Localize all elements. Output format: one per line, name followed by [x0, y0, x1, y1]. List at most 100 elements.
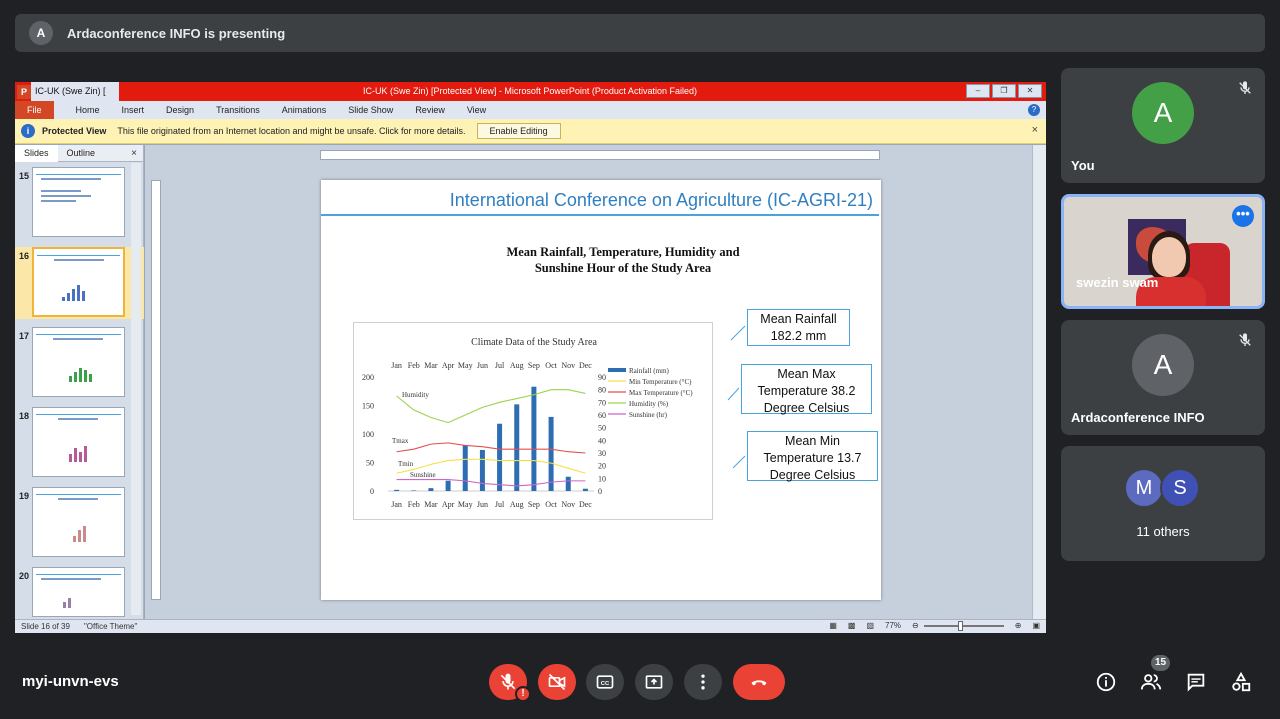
chat-button[interactable] — [1184, 670, 1208, 694]
horizontal-ruler — [320, 150, 880, 160]
shared-screen: P IC-UK (Swe Zin) [ IC-UK (Swe Zin) [Pro… — [15, 82, 1046, 633]
ribbon-tab-review[interactable]: Review — [415, 105, 445, 115]
x-tick-label: Jun — [477, 500, 488, 509]
hangup-icon — [751, 680, 767, 686]
ribbon-tab-design[interactable]: Design — [166, 105, 194, 115]
series-line — [396, 479, 586, 487]
ribbon-tab-insert[interactable]: Insert — [122, 105, 145, 115]
presenting-text: Ardaconference INFO is presenting — [67, 25, 286, 41]
normal-view-icon[interactable]: ▦ — [829, 621, 837, 630]
x-tick-label: Dec — [579, 500, 592, 509]
callout-line: Mean Max — [777, 367, 836, 381]
ribbon-tab-animations[interactable]: Animations — [282, 105, 327, 115]
y-tick-label-left: 100 — [362, 430, 374, 439]
mic-off-icon — [500, 673, 516, 690]
leave-call-button[interactable] — [733, 664, 785, 700]
ribbon-tab-view[interactable]: View — [467, 105, 486, 115]
more-options-button[interactable]: ••• — [1232, 205, 1254, 227]
slide-title: Mean Rainfall, Temperature, Humidity and… — [441, 244, 805, 276]
participant-tile-arda[interactable]: A Ardaconference INFO — [1061, 320, 1265, 435]
ribbon-tab-slideshow[interactable]: Slide Show — [348, 105, 393, 115]
bar-rainfall — [462, 445, 468, 491]
ribbon-tab-file[interactable]: File — [15, 101, 54, 119]
close-icon[interactable]: × — [1032, 124, 1038, 136]
camera-toggle-button[interactable] — [538, 664, 576, 700]
zoom-slider[interactable] — [923, 620, 1004, 631]
callout-rainfall: Mean Rainfall 182.2 mm — [747, 309, 850, 346]
protected-view-bar: i Protected View This file originated fr… — [15, 119, 1046, 144]
avatar: A — [1132, 82, 1194, 144]
chart-annotation: Tmax — [392, 437, 409, 445]
mic-toggle-button[interactable]: ! — [489, 664, 531, 702]
chart-annotation: Humidity — [402, 391, 429, 399]
captions-button[interactable]: CC — [586, 664, 624, 700]
x-tick-label: Aug — [510, 500, 524, 509]
slide-thumbnail[interactable]: 19 — [15, 487, 144, 559]
workspace-scrollbar[interactable] — [1032, 145, 1046, 619]
participant-tile-you[interactable]: A You — [1061, 68, 1265, 183]
help-icon[interactable]: ? — [1028, 104, 1040, 116]
bar-rainfall — [428, 488, 434, 491]
tab-slides[interactable]: Slides — [15, 144, 58, 162]
y-tick-label-right: 40 — [598, 436, 606, 445]
x-tick-label: Feb — [408, 500, 420, 509]
x-tick-label: Sep — [528, 500, 540, 509]
participant-name: You — [1071, 158, 1095, 173]
thumb-number: 20 — [19, 571, 30, 581]
present-screen-button[interactable] — [635, 664, 673, 700]
activities-icon — [1232, 671, 1251, 692]
slide-thumbnail[interactable]: 17 — [15, 327, 144, 399]
y-tick-label-right: 60 — [598, 411, 606, 420]
x-tick-label-top: Jan — [391, 361, 402, 370]
slide-thumbnail[interactable]: 15 — [15, 167, 144, 239]
minimize-button[interactable]: – — [966, 84, 990, 98]
slides-scrollbar[interactable] — [131, 163, 141, 615]
reading-view-icon[interactable]: ▧ — [866, 621, 874, 630]
slides-panel: Slides Outline × 15 16 17 18 19 20 — [15, 144, 144, 619]
slide-thumbnail-selected[interactable]: 16 — [15, 247, 144, 319]
fit-slide-icon[interactable]: ▣ — [1032, 621, 1040, 630]
ribbon-tab-home[interactable]: Home — [76, 105, 100, 115]
zoom-in-icon[interactable]: ⊕ — [1015, 621, 1022, 630]
sorter-view-icon[interactable]: ▩ — [848, 621, 856, 630]
x-tick-label: Mar — [424, 500, 438, 509]
x-tick-label: Apr — [442, 500, 455, 509]
presenting-banner: A Ardaconference INFO is presenting — [15, 14, 1265, 52]
tab-outline[interactable]: Outline — [58, 145, 105, 162]
climate-chart: Climate Data of the Study Area Jan Jan Feb F… — [353, 322, 713, 520]
close-panel-icon[interactable]: × — [131, 148, 137, 159]
meeting-details-button[interactable] — [1094, 670, 1118, 694]
protected-view-label: Protected View — [42, 126, 107, 136]
slide-thumbnail[interactable]: 18 — [15, 407, 144, 479]
people-icon — [1140, 674, 1162, 690]
people-button[interactable] — [1139, 670, 1163, 694]
protected-view-message[interactable]: This file originated from an Internet lo… — [117, 126, 465, 136]
slide-title-line: Mean Rainfall, Temperature, Humidity and — [506, 245, 740, 259]
zoom-level[interactable]: 77% — [885, 621, 901, 630]
participant-tile-swezin[interactable]: ••• swezin swam — [1061, 194, 1265, 309]
meeting-code: myi-unvn-evs — [22, 673, 119, 690]
zoom-out-icon[interactable]: ⊖ — [912, 621, 919, 630]
y-tick-label-right: 80 — [598, 386, 606, 395]
activities-button[interactable] — [1229, 670, 1253, 694]
x-tick-label-top: Dec — [579, 361, 592, 370]
slide-canvas[interactable]: International Conference on Agriculture … — [321, 180, 881, 600]
powerpoint-icon: P — [17, 84, 31, 99]
callout-line: Temperature 13.7 — [763, 451, 862, 465]
x-tick-label-top: Jun — [477, 361, 488, 370]
chart-annotation: Tmin — [398, 460, 414, 468]
callout-line: Degree Celsius — [769, 468, 856, 482]
y-tick-label-left: 0 — [370, 487, 374, 496]
restore-button[interactable]: ❐ — [992, 84, 1016, 98]
enable-editing-button[interactable]: Enable Editing — [476, 123, 561, 139]
more-options-menu-button[interactable] — [684, 664, 722, 700]
close-window-button[interactable]: ✕ — [1018, 84, 1042, 98]
bar-rainfall — [565, 476, 571, 491]
bar-rainfall — [411, 490, 417, 491]
slide-counter: Slide 16 of 39 — [21, 622, 70, 631]
ribbon-tab-transitions[interactable]: Transitions — [216, 105, 260, 115]
participant-tile-others[interactable]: M S 11 others — [1061, 446, 1265, 561]
chart-annotation: Sunshine — [410, 471, 436, 479]
callout-line: 182.2 mm — [770, 329, 827, 343]
window-title: IC-UK (Swe Zin) [Protected View] - Micro… — [363, 86, 697, 96]
